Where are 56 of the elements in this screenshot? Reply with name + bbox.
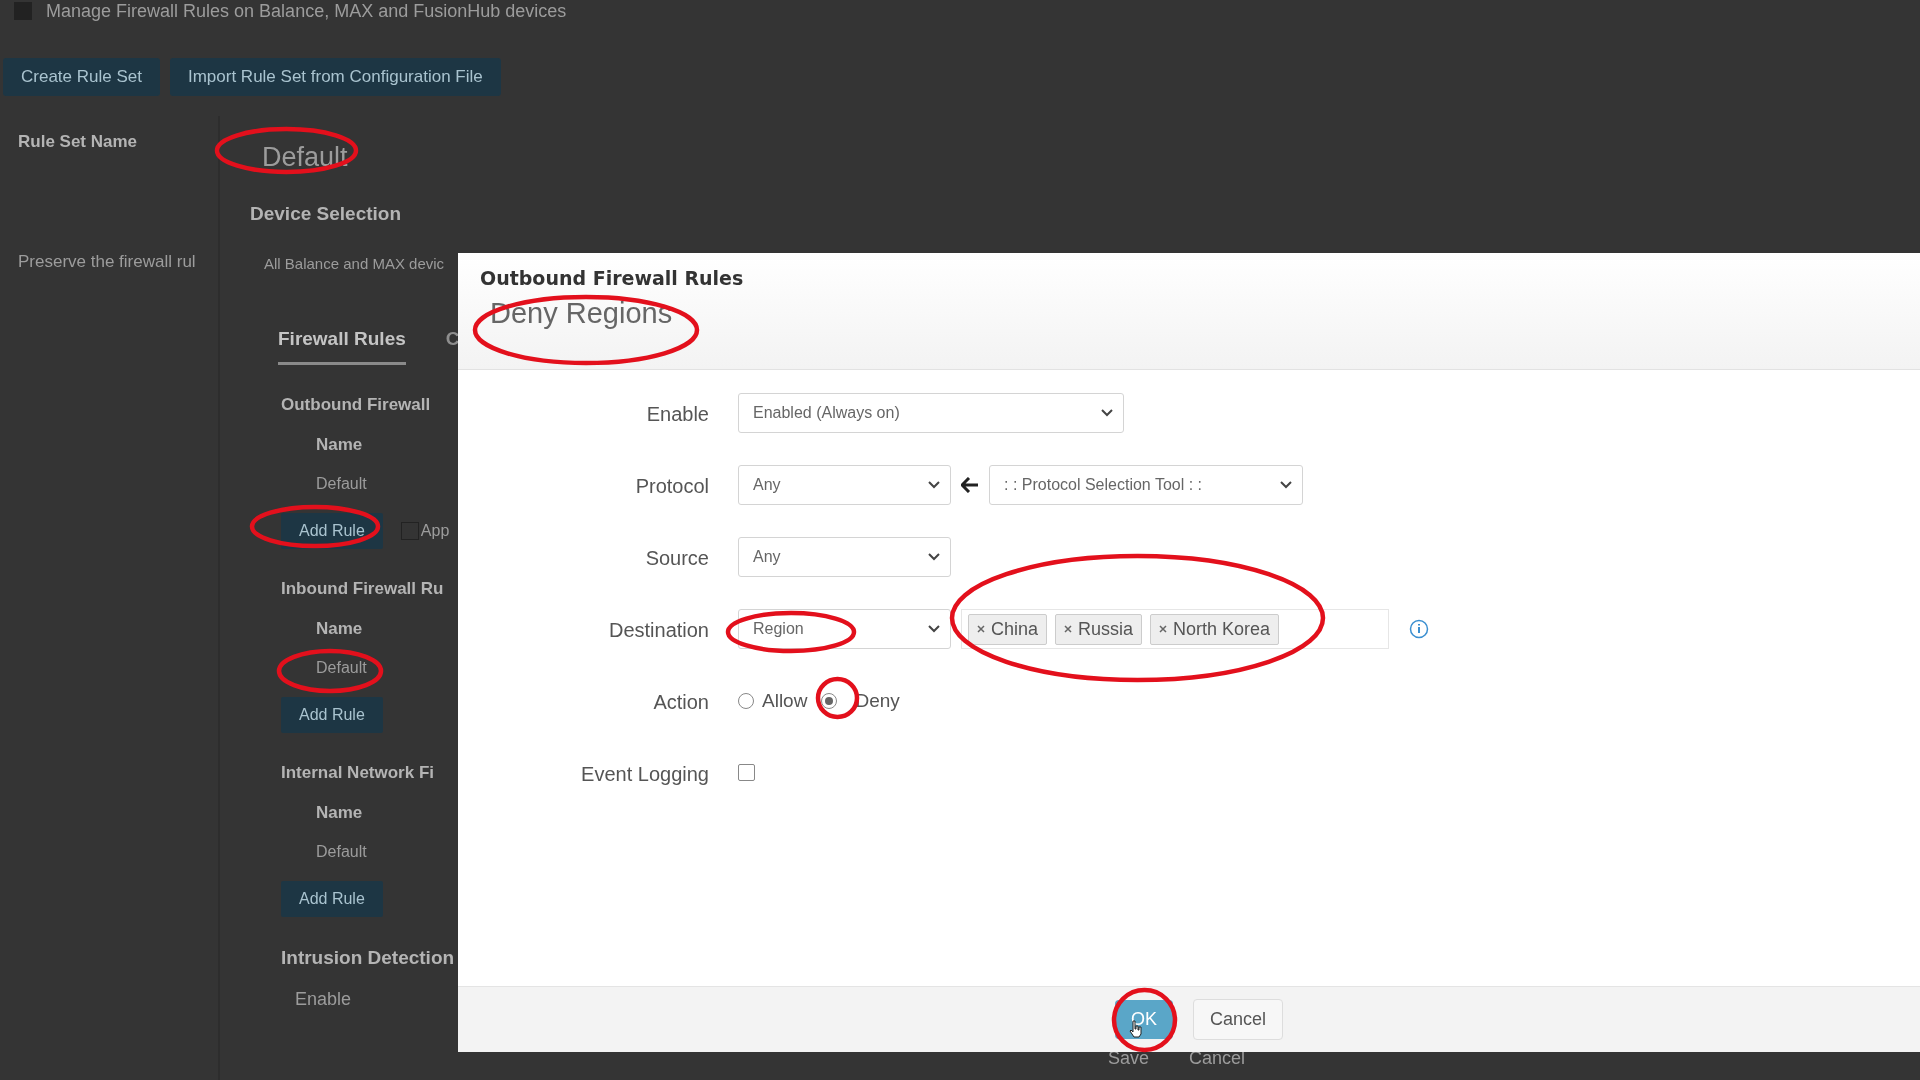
section-title: Device Selection [250,203,402,225]
section-title: Inbound Firewall Ru [281,579,444,599]
remove-icon[interactable] [1064,625,1073,633]
caret-icon [1101,409,1113,417]
rule-name: Default [316,659,367,677]
caret-icon [928,481,940,489]
radio-label: Allow [762,690,808,712]
rule-set-button[interactable]: Create Rule Set [3,58,160,96]
remove-icon[interactable] [977,625,985,633]
rule-name: Default [316,475,367,493]
rule-set-button[interactable]: Import Rule Set from Configuration File [169,58,501,96]
tab[interactable]: C [445,316,460,365]
option-label: App [420,522,450,540]
select-field[interactable]: Any [738,537,951,577]
caret-icon [1280,481,1292,489]
field-label: Enable [646,403,709,426]
select-field[interactable]: Enabled (Always on) [738,393,1124,433]
select-field[interactable]: Any [738,465,951,505]
cancel-button[interactable]: Cancel [1193,999,1284,1040]
info-icon[interactable] [1409,619,1429,639]
page-button[interactable]: Cancel [1189,1048,1246,1069]
manage-label: Manage Firewall Rules on Balance, MAX and FusionHub devices [46,0,567,22]
page-button[interactable]: Save [1108,1048,1150,1069]
dialog-title: Outbound Firewall Rules [480,267,745,289]
field-label: Rule Set Name [18,132,139,152]
remove-icon[interactable] [1159,625,1168,633]
section-title: Internal Network Fi [281,763,435,783]
annotation-circle [1111,987,1178,1053]
add-rule-button[interactable]: Add Rule [281,881,383,917]
region-tag[interactable]: North Korea [1150,613,1280,645]
arrow-left-icon [961,477,979,493]
caret-icon [928,553,940,561]
checkbox[interactable] [738,764,755,781]
rule-set-name: Default [262,142,348,173]
field-label: Event Logging [581,763,709,786]
field-label: Destination [608,619,709,642]
caret-icon [928,625,940,633]
device-field: All Balance and MAX devic [264,255,445,272]
rule-name: Default [316,843,367,861]
tab[interactable]: Firewall Rules [278,316,406,365]
protocol-tool-select[interactable]: : : Protocol Selection Tool : : [989,465,1303,505]
region-tag[interactable]: China [968,613,1048,645]
select-field[interactable]: Region [738,609,951,649]
field-label: Preserve the firewall rul [18,252,197,272]
add-rule-button[interactable]: Add Rule [281,697,383,733]
section-title: Intrusion Detection [281,947,455,969]
column-header: Name [316,803,363,823]
column-header: Name [316,435,363,455]
section-title: Outbound Firewall [281,395,431,415]
field-label: Action [653,691,709,714]
field-label: Source [645,547,709,570]
field-label: Protocol [635,475,709,498]
column-header: Name [316,619,363,639]
tag-input[interactable]: China Russia North Korea [961,609,1389,649]
region-tag[interactable]: Russia [1055,613,1143,645]
field-label: Enable [295,989,352,1010]
